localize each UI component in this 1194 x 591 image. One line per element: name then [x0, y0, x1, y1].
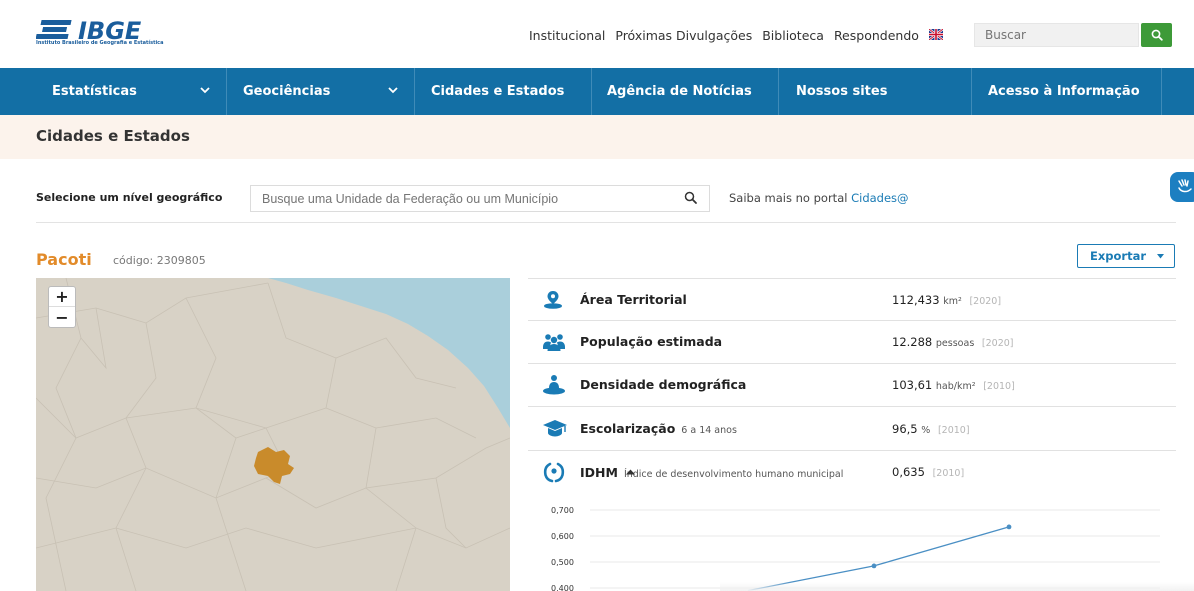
indicator-title: Área Territorial: [580, 292, 687, 307]
indicator-title-text: População estimada: [580, 334, 723, 349]
value-year: [2010]: [937, 425, 970, 436]
link-institucional[interactable]: Institucional: [529, 28, 605, 43]
indicator-title: Escolarização 6 a 14 anos: [580, 421, 737, 436]
value-unit: hab/km²: [935, 381, 976, 392]
divider: [36, 222, 1176, 223]
municipality-code: código: 2309805: [113, 254, 206, 267]
saiba-text: Saiba mais no portal: [729, 191, 848, 205]
nav-label: Cidades e Estados: [431, 84, 565, 99]
logo-text: IBGE: [78, 18, 142, 42]
map-canvas[interactable]: [36, 278, 510, 591]
indicator-schooling: Escolarização 6 a 14 anos 96,5 % [2010]: [528, 407, 1176, 451]
search-icon: [1151, 29, 1163, 41]
search-input[interactable]: [974, 23, 1139, 47]
indicator-density: Densidade demográfica 103,61 hab/km² [20…: [528, 364, 1176, 407]
main-navigation: Estatísticas Geociências Cidades e Estad…: [0, 68, 1194, 115]
chevron-down-icon: [388, 87, 398, 94]
indicator-population: População estimada 12.288 pessoas [2020]: [528, 321, 1176, 364]
value-number: 103,61: [892, 378, 933, 392]
y-tick-label: 0,600: [551, 532, 574, 541]
value-number: 0,635: [892, 465, 925, 479]
export-label: Exportar: [1090, 249, 1147, 263]
y-tick-label: 0,400: [551, 584, 574, 591]
zoom-control: + −: [48, 286, 76, 328]
nav-agencia-noticias[interactable]: Agência de Notícias: [592, 68, 779, 115]
value-unit: %: [921, 425, 931, 436]
people-icon: [543, 334, 565, 351]
link-biblioteca[interactable]: Biblioteca: [762, 28, 824, 43]
indicator-subtitle: 6 a 14 anos: [681, 425, 737, 436]
top-links: Institucional Próximas Divulgações Bibli…: [529, 28, 963, 43]
value-year: [2020]: [969, 296, 1002, 307]
y-tick-label: 0,500: [551, 558, 574, 567]
indicator-title-text: IDHM: [580, 465, 618, 480]
indicator-title-text: Área Territorial: [580, 292, 687, 307]
search-icon[interactable]: [684, 191, 698, 205]
idhm-chart: 0,700 0,600 0,500 0,400: [528, 495, 1176, 591]
nav-label: Nossos sites: [796, 84, 888, 99]
indicator-title: População estimada: [580, 334, 722, 349]
bottom-fade: [720, 582, 1194, 591]
location-pin-icon: [544, 291, 562, 309]
saiba-mais: Saiba mais no portal Cidades@: [729, 191, 909, 205]
top-header: IBGE Instituto Brasileiro de Geografia e…: [0, 0, 1194, 68]
zoom-out-button[interactable]: −: [49, 307, 75, 327]
laurel-icon: [543, 462, 565, 483]
indicator-value: 0,635 [2010]: [892, 465, 964, 479]
value-unit: km²: [943, 296, 962, 307]
graduation-cap-icon: [543, 420, 567, 437]
indicator-title-text: Escolarização: [580, 421, 676, 436]
indicator-value: 96,5 % [2010]: [892, 422, 970, 436]
value-year: [2010]: [932, 468, 965, 479]
nav-label: Estatísticas: [52, 84, 137, 99]
link-respondendo[interactable]: Respondendo: [834, 28, 919, 43]
idhm-chart-svg: 0,700 0,600 0,500 0,400: [551, 506, 1160, 591]
geo-search-input[interactable]: [250, 185, 710, 212]
nav-estatisticas[interactable]: Estatísticas: [0, 68, 227, 115]
nav-label: Agência de Notícias: [607, 84, 752, 99]
indicator-subtitle: Índice de desenvolvimento humano municip…: [623, 469, 844, 480]
uk-flag-icon[interactable]: [928, 29, 943, 40]
link-proximas-divulgacoes[interactable]: Próximas Divulgações: [615, 28, 752, 43]
map-view[interactable]: [36, 278, 510, 591]
indicator-value: 103,61 hab/km² [2010]: [892, 378, 1015, 392]
person-density-icon: [543, 375, 565, 395]
page-title: Cidades e Estados: [36, 127, 190, 145]
municipality-name: Pacoti: [36, 250, 92, 269]
export-button[interactable]: Exportar: [1077, 244, 1175, 268]
value-number: 112,433: [892, 293, 940, 307]
geo-level-label: Selecione um nível geográfico: [36, 191, 223, 204]
indicator-title-text: Densidade demográfica: [580, 377, 747, 392]
nav-acesso-informacao[interactable]: Acesso à Informação: [972, 68, 1162, 115]
nav-geociencias[interactable]: Geociências: [227, 68, 415, 115]
accessibility-tab[interactable]: [1170, 172, 1194, 202]
indicator-title: IDHM Índice de desenvolvimento humano mun…: [580, 465, 843, 480]
logo-subtitle: Instituto Brasileiro de Geografia e Esta…: [36, 40, 164, 46]
chevron-down-icon: [200, 87, 210, 94]
value-year: [2020]: [981, 338, 1014, 349]
indicator-value: 12.288 pessoas [2020]: [892, 335, 1014, 349]
value-number: 12.288: [892, 335, 933, 349]
caret-up-icon[interactable]: [626, 469, 635, 475]
caret-down-icon: [1157, 254, 1164, 259]
value-unit: pessoas: [935, 338, 975, 349]
indicator-title: Densidade demográfica: [580, 377, 746, 392]
indicator-area: Área Territorial 112,433 km² [2020]: [528, 278, 1176, 321]
y-tick-label: 0,700: [551, 506, 574, 515]
value-number: 96,5: [892, 422, 918, 436]
nav-cidades-estados[interactable]: Cidades e Estados: [415, 68, 592, 115]
indicator-value: 112,433 km² [2020]: [892, 293, 1001, 307]
nav-label: Acesso à Informação: [988, 84, 1140, 99]
nav-label: Geociências: [243, 84, 331, 99]
cidades-link[interactable]: Cidades@: [851, 191, 908, 205]
hands-icon: [1178, 179, 1192, 193]
idhm-data-point[interactable]: [871, 563, 877, 569]
search-button[interactable]: [1141, 23, 1172, 47]
idhm-data-point[interactable]: [1006, 524, 1012, 530]
nav-nossos-sites[interactable]: Nossos sites: [779, 68, 972, 115]
value-year: [2010]: [983, 381, 1015, 392]
zoom-in-button[interactable]: +: [49, 287, 75, 307]
